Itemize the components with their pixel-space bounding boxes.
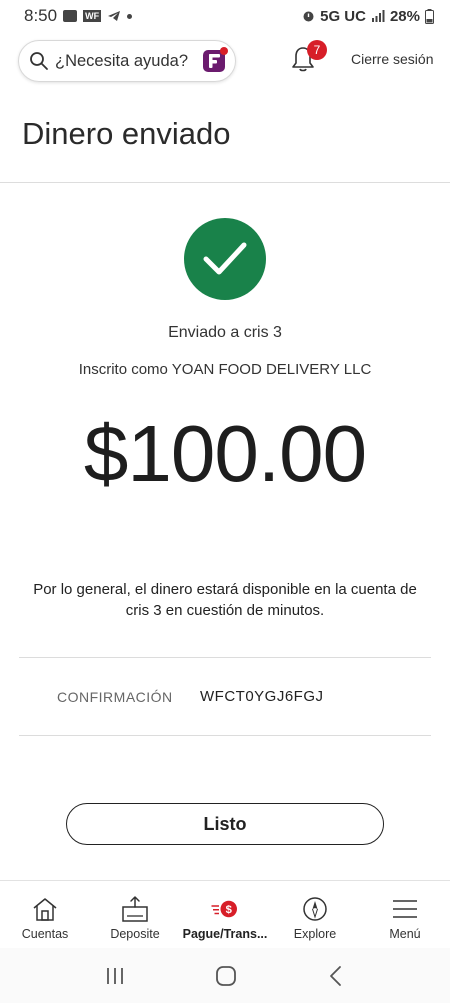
menu-icon: [390, 895, 420, 923]
deposit-icon: [120, 895, 150, 923]
help-search-box[interactable]: ¿Necesita ayuda?: [18, 40, 236, 82]
bottom-nav: Cuentas Deposite $ Pague/Trans... Explor…: [0, 880, 450, 948]
done-button[interactable]: Listo: [66, 803, 384, 845]
nav-item-menu[interactable]: Menú: [360, 881, 450, 948]
recent-apps-icon[interactable]: [104, 966, 126, 986]
enrolled-as-text: Inscrito como YOAN FOOD DELIVERY LLC: [78, 361, 372, 378]
nav-label-deposit: Deposite: [110, 927, 160, 941]
logout-link[interactable]: Cierre sesión: [351, 51, 433, 67]
confirmation-code: WFCT0YGJ6FGJ: [200, 688, 324, 705]
home-icon: [30, 895, 60, 923]
svg-text:$: $: [226, 904, 233, 916]
more-notifications-icon: [127, 13, 133, 19]
page-title: Dinero enviado: [22, 116, 231, 151]
alarm-icon: [303, 11, 314, 22]
pay-transfer-icon: $: [210, 895, 240, 923]
app-header: ¿Necesita ayuda? 7 Cierre sesión: [0, 38, 450, 84]
status-left: 8:50 WF: [24, 6, 133, 26]
recipient-text: Enviado a cris 3: [168, 324, 282, 341]
success-check-icon: [184, 218, 266, 300]
nav-label-menu: Menú: [389, 927, 421, 941]
notification-count-badge: 7: [307, 40, 327, 60]
amount-sent: $100.00: [83, 409, 367, 498]
title-divider: [0, 182, 450, 183]
signal-icon: [371, 10, 385, 22]
nav-item-accounts[interactable]: Cuentas: [0, 881, 90, 948]
confirmation-divider-bottom: [19, 735, 431, 736]
nav-label-accounts: Cuentas: [21, 927, 69, 941]
nav-item-pay-transfer[interactable]: $ Pague/Trans...: [180, 881, 270, 948]
network-type: 5G UC: [320, 7, 366, 25]
status-bar: 8:50 WF 5G UC 28%: [0, 0, 450, 32]
availability-note: Por lo general, el dinero estará disponi…: [33, 581, 417, 619]
nav-item-deposit[interactable]: Deposite: [90, 881, 180, 948]
status-right: 5G UC 28%: [302, 8, 434, 25]
telegram-notification-icon: [108, 11, 121, 21]
chat-notification-icon: [63, 10, 78, 22]
home-system-icon[interactable]: [215, 965, 237, 987]
status-time: 8:50: [24, 6, 58, 25]
search-icon: [30, 52, 48, 70]
back-icon[interactable]: [326, 965, 346, 987]
nav-label-pay-transfer: Pague/Trans...: [182, 927, 268, 941]
confirmation-label: CONFIRMACIÓN: [57, 689, 173, 705]
nav-label-explore: Explore: [293, 927, 337, 941]
confirmation-divider-top: [19, 657, 431, 658]
nav-item-explore[interactable]: Explore: [270, 881, 360, 948]
battery-percent: 28%: [389, 7, 420, 25]
wf-notification-icon: WF: [83, 10, 102, 22]
system-nav-bar: [0, 948, 450, 1003]
help-search-placeholder: ¿Necesita ayuda?: [55, 51, 188, 70]
fargo-assistant-icon[interactable]: [198, 45, 230, 77]
battery-icon: [425, 8, 434, 24]
compass-icon: [300, 895, 330, 923]
